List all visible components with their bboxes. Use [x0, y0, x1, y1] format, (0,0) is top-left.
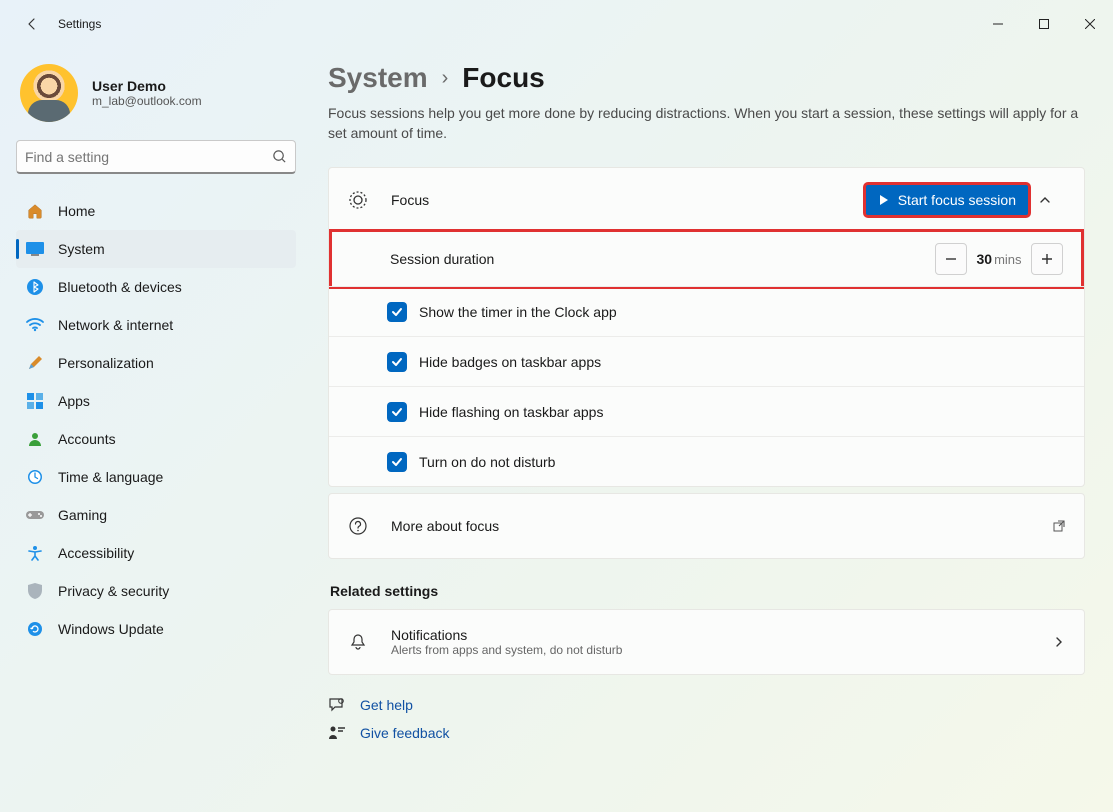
nav-time[interactable]: Time & language — [16, 458, 296, 496]
avatar — [20, 64, 78, 122]
back-button[interactable] — [12, 4, 52, 44]
bluetooth-icon — [26, 278, 44, 296]
feedback-icon — [328, 725, 346, 741]
nav-accounts[interactable]: Accounts — [16, 420, 296, 458]
nav-system[interactable]: System — [16, 230, 296, 268]
more-about-focus-row[interactable]: More about focus — [328, 493, 1085, 559]
notifications-row[interactable]: Notifications Alerts from apps and syste… — [328, 609, 1085, 675]
chevron-right-icon — [1052, 635, 1066, 649]
help-chat-icon — [328, 697, 346, 713]
search-icon — [272, 149, 287, 164]
increase-duration-button[interactable] — [1031, 243, 1063, 275]
person-icon — [26, 430, 44, 448]
duration-value: 30mins — [975, 251, 1023, 267]
main-content: System › Focus Focus sessions help you g… — [300, 48, 1113, 812]
nav-gaming[interactable]: Gaming — [16, 496, 296, 534]
help-icon — [347, 517, 369, 535]
profile-name: User Demo — [92, 78, 202, 94]
nav-bluetooth[interactable]: Bluetooth & devices — [16, 268, 296, 306]
option-flashing-row[interactable]: Hide flashing on taskbar apps — [329, 386, 1084, 436]
apps-icon — [26, 392, 44, 410]
page-description: Focus sessions help you get more done by… — [328, 104, 1085, 143]
nav-update[interactable]: Windows Update — [16, 610, 296, 648]
nav-network[interactable]: Network & internet — [16, 306, 296, 344]
nav-apps[interactable]: Apps — [16, 382, 296, 420]
focus-icon — [347, 190, 369, 210]
nav-home[interactable]: Home — [16, 192, 296, 230]
focus-header-row: Focus Start focus session — [329, 168, 1084, 232]
gamepad-icon — [26, 506, 44, 524]
minimize-button[interactable] — [975, 8, 1021, 40]
decrease-duration-button[interactable] — [935, 243, 967, 275]
related-settings-title: Related settings — [330, 583, 1085, 599]
bell-icon — [347, 633, 369, 651]
nav-personalization[interactable]: Personalization — [16, 344, 296, 382]
session-duration-row: Session duration 30mins — [329, 229, 1084, 289]
home-icon — [26, 202, 44, 220]
title-bar: Settings — [0, 0, 1113, 48]
focus-card: Focus Start focus session Session durati… — [328, 167, 1085, 487]
wifi-icon — [26, 316, 44, 334]
maximize-button[interactable] — [1021, 8, 1067, 40]
checkbox-dnd[interactable] — [387, 452, 407, 472]
option-badges-row[interactable]: Hide badges on taskbar apps — [329, 336, 1084, 386]
breadcrumb-parent[interactable]: System — [328, 62, 428, 94]
chevron-up-icon[interactable] — [1038, 193, 1066, 207]
profile-email: m_lab@outlook.com — [92, 94, 202, 108]
close-button[interactable] — [1067, 8, 1113, 40]
option-timer-row[interactable]: Show the timer in the Clock app — [329, 286, 1084, 336]
accessibility-icon — [26, 544, 44, 562]
profile[interactable]: User Demo m_lab@outlook.com — [20, 64, 300, 122]
clock-icon — [26, 468, 44, 486]
breadcrumb: System › Focus — [328, 62, 1085, 94]
page-title: Focus — [462, 62, 544, 94]
focus-header-label: Focus — [391, 192, 429, 208]
checkbox-badges[interactable] — [387, 352, 407, 372]
app-title: Settings — [58, 17, 101, 31]
start-focus-button[interactable]: Start focus session — [864, 183, 1030, 217]
nav-privacy[interactable]: Privacy & security — [16, 572, 296, 610]
search-box[interactable] — [16, 140, 296, 174]
get-help-link[interactable]: Get help — [328, 697, 1085, 713]
brush-icon — [26, 354, 44, 372]
shield-icon — [26, 582, 44, 600]
checkbox-flashing[interactable] — [387, 402, 407, 422]
play-icon — [878, 194, 890, 206]
session-duration-label: Session duration — [390, 251, 494, 267]
chevron-right-icon: › — [442, 67, 449, 90]
update-icon — [26, 620, 44, 638]
checkbox-timer[interactable] — [387, 302, 407, 322]
search-input[interactable] — [25, 149, 272, 165]
open-link-icon — [1052, 519, 1066, 533]
give-feedback-link[interactable]: Give feedback — [328, 725, 1085, 741]
option-dnd-row[interactable]: Turn on do not disturb — [329, 436, 1084, 486]
nav-accessibility[interactable]: Accessibility — [16, 534, 296, 572]
sidebar: User Demo m_lab@outlook.com Home System … — [0, 48, 300, 812]
system-icon — [26, 240, 44, 258]
